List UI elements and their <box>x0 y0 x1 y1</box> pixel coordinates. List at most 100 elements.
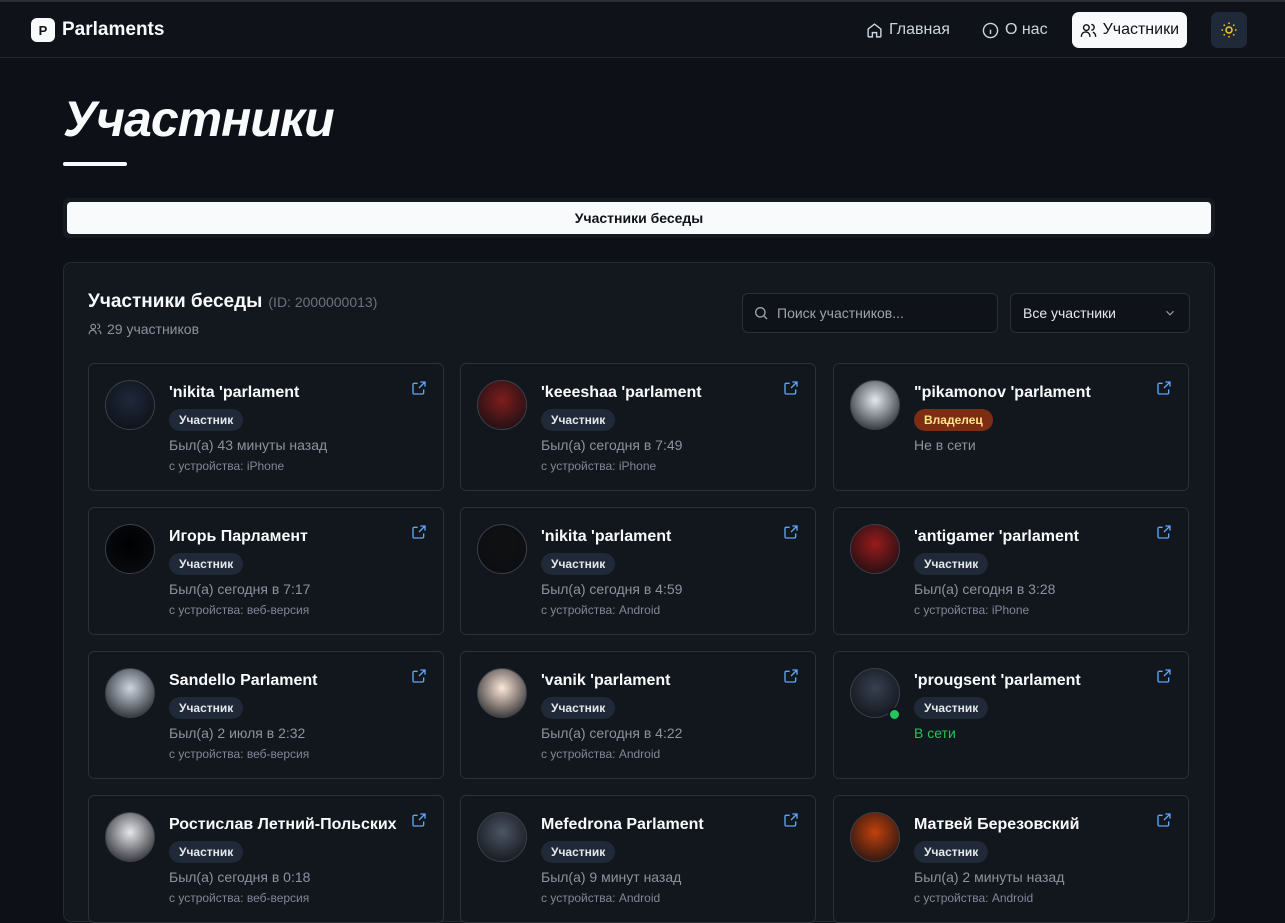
external-link-icon[interactable] <box>411 668 427 684</box>
member-device: с устройства: веб-версия <box>169 603 310 617</box>
member-device: с устройства: iPhone <box>541 459 657 473</box>
external-link-icon[interactable] <box>783 380 799 396</box>
member-name: 'nikita 'parlament <box>541 528 672 545</box>
member-device: с устройства: Android <box>914 891 1034 905</box>
member-card[interactable]: Mefedrona Parlament Участник Был(а) 9 мину… <box>460 795 816 923</box>
member-count: 29 участников <box>88 321 199 337</box>
avatar <box>477 524 527 574</box>
member-card[interactable]: Ростислав Летний-Польских Участник Был(а) … <box>88 795 444 923</box>
online-indicator <box>888 708 901 721</box>
main-nav: Главная О нас Участники <box>858 12 1247 48</box>
member-card[interactable]: 'prougsent 'parlament Участник В сети <box>833 651 1189 779</box>
member-card[interactable]: 'vanik 'parlament Участник Был(а) сегодня … <box>460 651 816 779</box>
role-badge: Участник <box>914 841 989 863</box>
avatar <box>850 812 900 862</box>
member-status: Был(а) сегодня в 7:49 <box>541 437 683 453</box>
external-link-icon[interactable] <box>411 380 427 396</box>
member-card[interactable]: Игорь Парламент Участник Был(а) сегодня в … <box>88 507 444 635</box>
tab-chat-members[interactable]: Участники беседы <box>67 202 1211 234</box>
external-link-icon[interactable] <box>1156 524 1172 540</box>
nav-item-label: Главная <box>889 21 950 38</box>
member-status: Был(а) 43 минуты назад <box>169 437 328 453</box>
external-link-icon[interactable] <box>783 524 799 540</box>
role-badge: Участник <box>169 409 244 431</box>
users-icon <box>88 323 102 335</box>
member-card[interactable]: Матвей Березовский Участник Был(а) 2 минут… <box>833 795 1189 923</box>
logo-mark: P <box>31 18 55 42</box>
panel-title: Участники беседы (ID: 2000000013) <box>88 291 377 313</box>
filter-value: Все участники <box>1023 305 1117 321</box>
app-name: Parlaments <box>62 19 165 40</box>
member-card[interactable]: 'nikita 'parlament Участник Был(а) сегодня… <box>460 507 816 635</box>
member-device: с устройства: веб-версия <box>169 747 310 761</box>
avatar <box>105 812 155 862</box>
role-badge: Участник <box>541 409 616 431</box>
member-status: Был(а) сегодня в 4:59 <box>541 581 683 597</box>
member-status: Был(а) сегодня в 0:18 <box>169 869 311 885</box>
avatar <box>850 524 900 574</box>
nav-item-about[interactable]: О нас <box>974 12 1056 48</box>
member-device: с устройства: веб-версия <box>169 891 310 905</box>
member-status: Был(а) сегодня в 7:17 <box>169 581 311 597</box>
external-link-icon[interactable] <box>1156 812 1172 828</box>
role-badge: Участник <box>914 553 989 575</box>
member-device: с устройства: iPhone <box>169 459 285 473</box>
member-status: В сети <box>914 725 956 741</box>
avatar <box>850 380 900 430</box>
member-name: 'vanik 'parlament <box>541 672 671 689</box>
external-link-icon[interactable] <box>783 812 799 828</box>
member-card[interactable]: Sandello Parlament Участник Был(а) 2 июля … <box>88 651 444 779</box>
member-status: Был(а) сегодня в 3:28 <box>914 581 1056 597</box>
member-card[interactable]: 'antigamer 'parlament Участник Был(а) сего… <box>833 507 1189 635</box>
member-card[interactable]: 'nikita 'parlament Участник Был(а) 43 мину… <box>88 363 444 491</box>
member-device: с устройства: iPhone <box>914 603 1030 617</box>
info-icon <box>982 22 999 38</box>
member-card[interactable]: 'keeeshaa 'parlament Участник Был(а) сегод… <box>460 363 816 491</box>
home-icon <box>867 22 882 38</box>
top-navigation-bar: P Parlaments Главная О нас Участники <box>0 0 1285 58</box>
avatar <box>105 668 155 718</box>
avatar <box>105 524 155 574</box>
logo[interactable]: P Parlaments <box>31 18 164 42</box>
nav-item-home[interactable]: Главная <box>858 12 958 48</box>
role-badge: Участник <box>541 697 616 719</box>
nav-item-label: Участники <box>1102 21 1179 38</box>
avatar <box>477 812 527 862</box>
chevron-down-icon <box>1166 310 1174 316</box>
member-status: Был(а) 2 июля в 2:32 <box>169 725 306 741</box>
panel-title-text: Участники беседы <box>88 291 263 312</box>
page-title: Участники <box>63 91 335 147</box>
theme-toggle-button[interactable] <box>1211 12 1247 48</box>
member-name: Ростислав Летний-Польских <box>169 816 397 833</box>
member-status: Был(а) 2 минуты назад <box>914 869 1065 885</box>
role-badge: Владелец <box>914 409 993 431</box>
member-name: Матвей Березовский <box>914 816 1080 833</box>
member-count-text: 29 участников <box>107 321 200 337</box>
external-link-icon[interactable] <box>1156 668 1172 684</box>
member-status: Был(а) сегодня в 4:22 <box>541 725 683 741</box>
member-name: Игорь Парламент <box>169 528 308 545</box>
external-link-icon[interactable] <box>783 668 799 684</box>
member-status: Был(а) 9 минут назад <box>541 869 682 885</box>
search-icon <box>755 307 768 320</box>
avatar <box>477 380 527 430</box>
users-icon <box>1080 23 1096 37</box>
external-link-icon[interactable] <box>1156 380 1172 396</box>
member-device: с устройства: Android <box>541 747 661 761</box>
member-filter-select[interactable]: Все участники <box>1010 293 1190 333</box>
role-badge: Участник <box>541 553 616 575</box>
role-badge: Участник <box>169 697 244 719</box>
external-link-icon[interactable] <box>411 812 427 828</box>
member-name: "pikamonov 'parlament <box>914 384 1091 401</box>
member-device: с устройства: Android <box>541 891 661 905</box>
member-name: 'prougsent 'parlament <box>914 672 1081 689</box>
avatar <box>105 380 155 430</box>
nav-item-members[interactable]: Участники <box>1071 12 1187 48</box>
member-card[interactable]: "pikamonov 'parlament Владелец Не в сети <box>833 363 1189 491</box>
role-badge: Участник <box>169 553 244 575</box>
role-badge: Участник <box>914 697 989 719</box>
search-placeholder: Поиск участников... <box>777 305 904 321</box>
external-link-icon[interactable] <box>411 524 427 540</box>
nav-item-label: О нас <box>1004 21 1048 38</box>
search-input[interactable]: Поиск участников... <box>742 293 998 333</box>
